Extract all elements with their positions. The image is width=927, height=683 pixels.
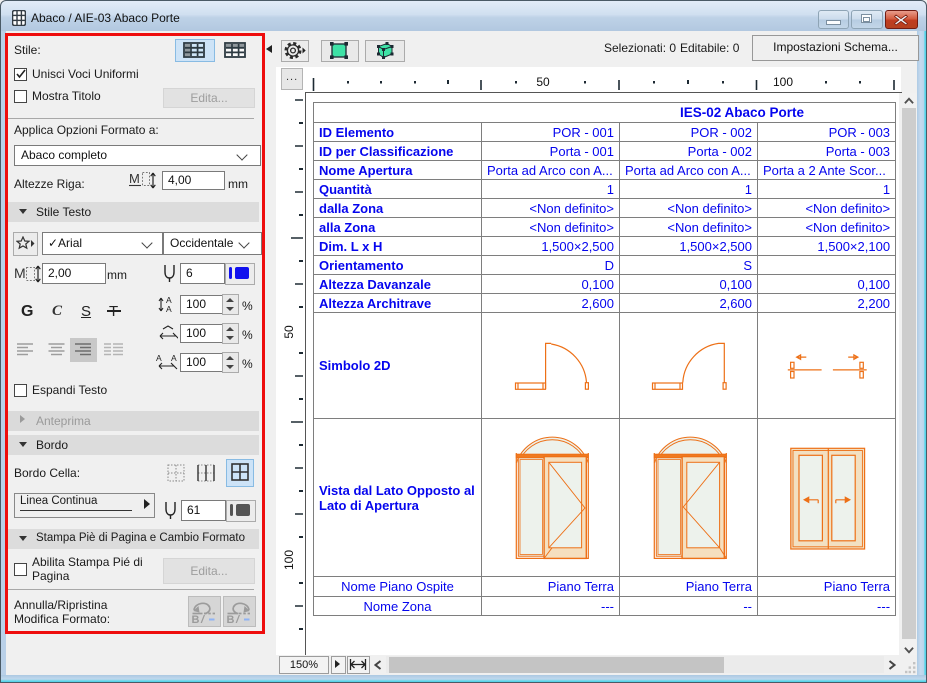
- svg-text:50: 50: [282, 325, 296, 339]
- svg-text:100: 100: [282, 550, 296, 570]
- svg-text:50: 50: [536, 75, 550, 89]
- svg-text:100: 100: [773, 75, 793, 89]
